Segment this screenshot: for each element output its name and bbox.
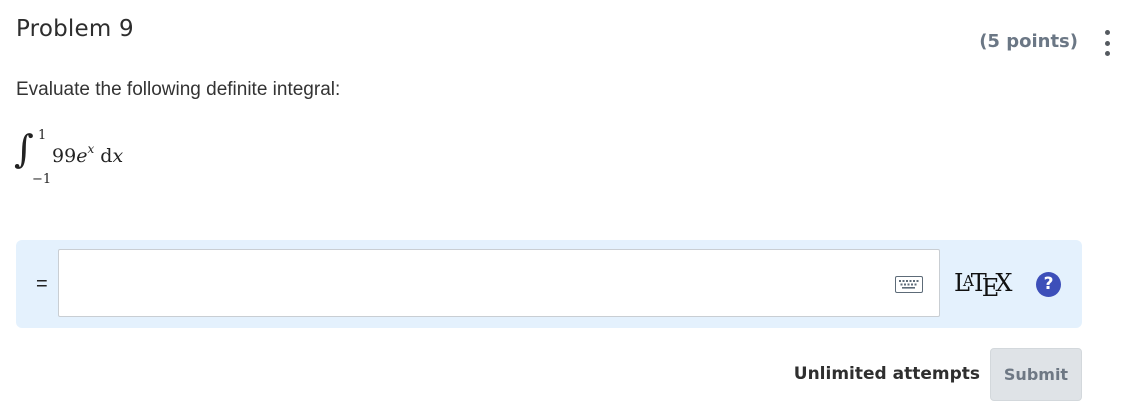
help-icon[interactable]: ? (1036, 272, 1061, 297)
exponential-base: e (76, 145, 88, 167)
exponent: x (87, 142, 95, 156)
latex-toggle[interactable]: LATEX (954, 269, 1012, 302)
upper-limit: 1 (38, 128, 47, 143)
integral-expression: ∫ 1 −1 99ex dx (14, 128, 154, 188)
integration-variable: x (112, 145, 124, 167)
coefficient: 99 (52, 145, 77, 167)
latex-e: E (981, 274, 1000, 302)
problem-prompt: Evaluate the following definite integral… (16, 79, 341, 100)
kebab-menu-icon[interactable] (1097, 30, 1117, 56)
equals-sign: = (36, 273, 48, 295)
differential: d (100, 145, 113, 167)
menu-dot (1104, 30, 1110, 35)
lower-limit: −1 (32, 172, 52, 187)
menu-dot (1104, 51, 1110, 56)
latex-a: A (962, 272, 974, 290)
keyboard-keys (899, 280, 919, 289)
problem-title: Problem 9 (16, 16, 134, 42)
answer-input[interactable] (67, 250, 891, 312)
answer-panel: = LATEX ? (16, 240, 1082, 328)
integrand: 99ex dx (52, 142, 124, 167)
answer-field[interactable] (58, 249, 940, 317)
keyboard-icon[interactable] (895, 276, 923, 293)
points-label: (5 points) (979, 31, 1078, 52)
menu-dot (1104, 40, 1110, 46)
integral-sign: ∫ (14, 127, 34, 171)
submit-button[interactable]: Submit (990, 348, 1082, 401)
attempts-label: Unlimited attempts (793, 364, 980, 384)
